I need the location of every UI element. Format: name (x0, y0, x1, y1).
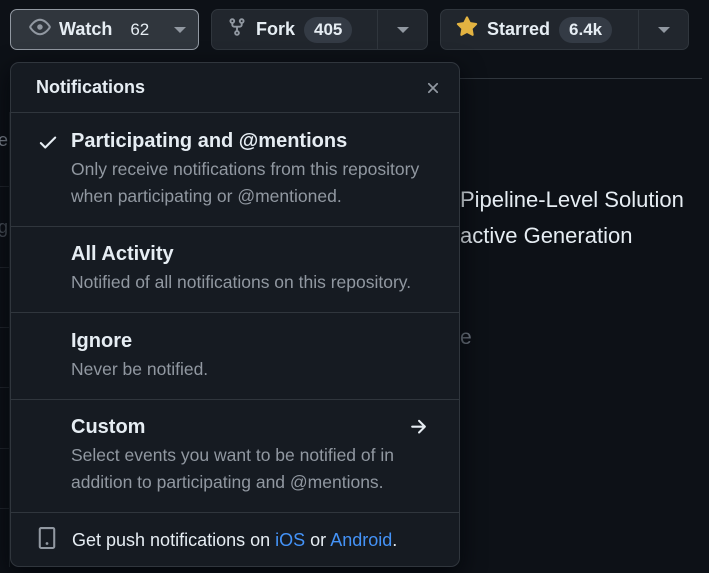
option-ignore[interactable]: Ignore Never be notified. (11, 313, 459, 400)
option-title: Ignore (71, 330, 133, 352)
device-mobile-icon (36, 526, 58, 555)
row-divider (0, 508, 10, 509)
star-button-group: Starred 6.4k (440, 9, 689, 50)
ios-link[interactable]: iOS (275, 530, 305, 550)
star-count: 6.4k (559, 16, 613, 43)
option-title: Participating and @mentions (71, 130, 348, 152)
description-line: when participating or @mentioned. (71, 186, 342, 206)
fork-button[interactable]: Fork 405 (212, 10, 364, 49)
watch-button[interactable]: Watch 62 (11, 10, 161, 49)
x-icon[interactable] (421, 76, 445, 100)
triangle-down-icon (657, 26, 670, 33)
fork-button-group: Fork 405 (211, 9, 428, 50)
push-notifications-footer: Get push notifications on iOS or Android… (11, 513, 459, 566)
check-icon (37, 131, 59, 158)
watch-dropdown-caret[interactable] (161, 10, 198, 49)
footer-suffix: . (392, 530, 398, 550)
triangle-down-icon (396, 26, 409, 33)
fork-count: 405 (304, 16, 353, 43)
row-divider (0, 186, 10, 187)
dropdown-title: Notifications (36, 77, 146, 97)
option-title: Custom (71, 416, 146, 438)
star-fill-icon (456, 16, 478, 43)
option-description: Notified of all notifications on this re… (71, 272, 412, 292)
option-custom[interactable]: Custom Select events you want to be noti… (11, 400, 459, 513)
row-divider (0, 327, 10, 328)
repo-forked-icon (227, 17, 247, 42)
option-title: All Activity (71, 243, 174, 265)
notifications-dropdown: Notifications Participating and @mention… (10, 62, 460, 567)
android-link[interactable]: Android (330, 530, 392, 550)
starred-button[interactable]: Starred 6.4k (441, 10, 624, 49)
arrow-right-icon (407, 416, 429, 443)
watch-count: 62 (130, 19, 150, 39)
row-divider (0, 387, 10, 388)
option-participating[interactable]: Participating and @mentions Only receive… (11, 113, 459, 227)
option-all-activity[interactable]: All Activity Notified of all notificatio… (11, 227, 459, 313)
fork-label: Fork (256, 19, 296, 39)
description-line: addition to participating and @mentions. (71, 472, 384, 492)
option-description: Only receive notifications from this rep… (71, 156, 459, 210)
footer-or: or (310, 530, 327, 550)
option-description: Select events you want to be notified of… (71, 442, 459, 496)
about-text-line1: Pipeline-Level Solution (460, 187, 684, 212)
watch-label: Watch (59, 19, 113, 39)
repo-page: Pipeline-Level Solution active Generatio… (0, 0, 709, 573)
row-divider (0, 267, 10, 268)
about-text-line2: active Generation (460, 223, 633, 248)
footer-text: Get push notifications on iOS or Android… (72, 530, 397, 551)
header-divider (460, 78, 702, 79)
edge-fragment: e (0, 130, 9, 150)
triangle-down-icon (173, 26, 186, 33)
dropdown-header: Notifications (11, 63, 459, 113)
star-dropdown-caret[interactable] (638, 10, 688, 49)
faded-text: e (460, 326, 472, 349)
option-description: Never be notified. (71, 359, 209, 379)
row-divider (0, 448, 10, 449)
file-list-edge: e g (0, 112, 10, 567)
description-line: Select events you want to be notified of… (71, 445, 394, 465)
starred-label: Starred (487, 19, 551, 39)
edge-fragment: g (0, 217, 9, 237)
description-line: Only receive notifications from this rep… (71, 159, 420, 179)
eye-icon (29, 16, 51, 43)
fork-dropdown-caret[interactable] (377, 10, 427, 49)
footer-prefix: Get push notifications on (72, 530, 271, 550)
watch-button-group: Watch 62 (10, 9, 199, 50)
